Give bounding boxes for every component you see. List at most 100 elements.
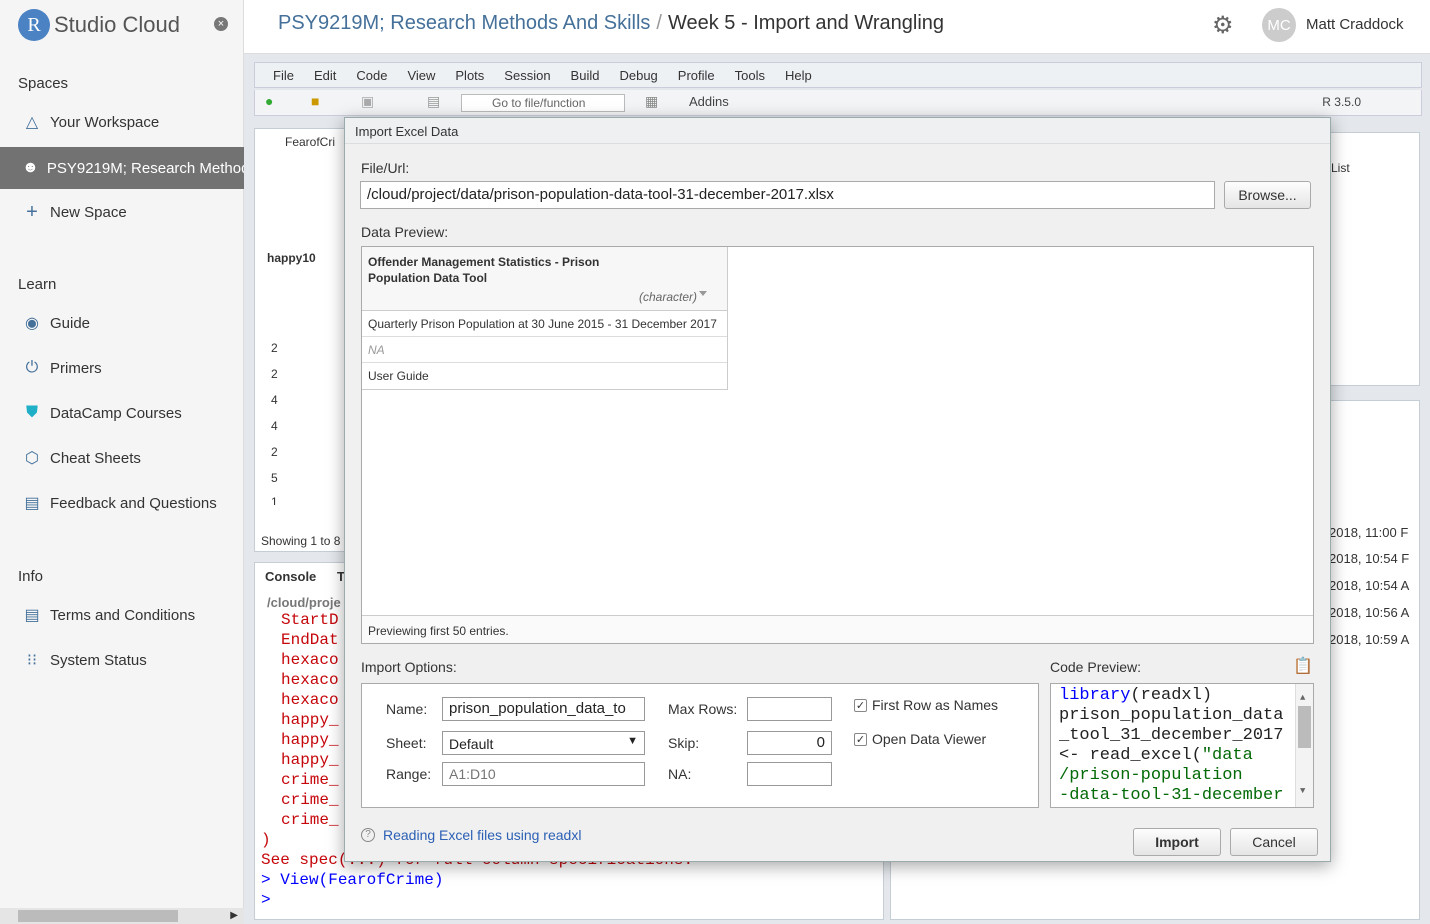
na-input[interactable] <box>747 762 832 786</box>
browse-button[interactable]: Browse... <box>1224 181 1311 209</box>
menu-edit[interactable]: Edit <box>314 68 336 83</box>
sidebar-item-terms[interactable]: ▤ Terms and Conditions <box>0 596 244 634</box>
r-logo-icon: R <box>18 9 50 41</box>
env-list-dropdown[interactable]: List <box>1331 161 1350 175</box>
help-link[interactable]: ? Reading Excel files using readxl <box>361 827 581 843</box>
save-icon[interactable]: ▣ <box>361 93 374 110</box>
scroll-right-icon[interactable]: ▶ <box>230 910 238 921</box>
menu-code[interactable]: Code <box>356 68 387 83</box>
chevron-down-icon[interactable] <box>699 291 707 296</box>
file-modified: 2018, 10:59 A <box>1329 632 1410 647</box>
checkmark-icon[interactable]: ✓ <box>854 732 867 746</box>
power-icon: ⏻ <box>25 359 39 376</box>
sidebar-item-system-status[interactable]: ⁝⁝ System Status <box>0 641 244 679</box>
sidebar-item-new-space[interactable]: + New Space <box>0 193 244 231</box>
avatar[interactable]: MC <box>1262 8 1296 42</box>
clipboard-icon[interactable]: 📋 <box>1293 656 1313 676</box>
tab-console[interactable]: Console <box>265 569 316 584</box>
menu-session[interactable]: Session <box>504 68 550 83</box>
sidebar-horizontal-scrollbar[interactable]: ▶ <box>0 908 244 924</box>
menu-view[interactable]: View <box>407 68 435 83</box>
menu-plots[interactable]: Plots <box>455 68 484 83</box>
sidebar-item-primers[interactable]: ⏻ Primers <box>0 349 244 387</box>
scroll-up-icon[interactable]: ▲ <box>1300 688 1305 708</box>
console-output-line: StartD <box>281 611 339 629</box>
menu-help[interactable]: Help <box>785 68 812 83</box>
sidebar-item-your-workspace[interactable]: △ Your Workspace <box>0 103 244 141</box>
code-preview[interactable]: library(readxl) prison_population_data _… <box>1050 683 1314 808</box>
code-line: library(readxl) <box>1059 686 1305 706</box>
r-version[interactable]: R 3.5.0 <box>1322 95 1361 109</box>
na-label: NA: <box>668 766 692 782</box>
menu-profile[interactable]: Profile <box>678 68 715 83</box>
scrollbar-thumb[interactable] <box>1298 706 1311 748</box>
scroll-down-icon[interactable]: ▼ <box>1300 781 1305 801</box>
import-button[interactable]: Import <box>1133 828 1221 856</box>
workspace-icon: △ <box>25 114 39 131</box>
sidebar-item-cheat-sheets[interactable]: ⬡ Cheat Sheets <box>0 439 244 477</box>
open-folder-icon[interactable]: ■ <box>311 93 319 109</box>
sheet-value: Default <box>449 736 494 752</box>
console-prompt[interactable]: > <box>261 891 271 909</box>
skip-label: Skip: <box>668 735 700 751</box>
file-url-input[interactable]: /cloud/project/data/prison-population-da… <box>360 181 1215 209</box>
max-rows-label: Max Rows: <box>668 701 738 717</box>
code-line: /prison-population <box>1059 766 1243 785</box>
new-file-icon[interactable]: ● <box>265 93 273 109</box>
pulse-icon: ⁝⁝ <box>26 652 38 669</box>
sidebar-item-feedback[interactable]: ▤ Feedback and Questions <box>0 484 244 522</box>
console-output-line: hexaco <box>281 691 339 709</box>
ide-toolbar: ● ■ ▣ ▤ Go to file/function ▦ Addins R 3… <box>254 90 1422 116</box>
gear-icon[interactable]: ⚙ <box>1212 11 1234 40</box>
print-icon[interactable]: ▤ <box>427 93 440 110</box>
preview-table: Offender Management Statistics - Prison … <box>362 247 728 390</box>
help-link-text[interactable]: Reading Excel files using readxl <box>383 827 581 843</box>
menu-debug[interactable]: Debug <box>619 68 657 83</box>
project-title: Week 5 - Import and Wrangling <box>667 12 945 34</box>
question-icon: ? <box>361 828 375 842</box>
breadcrumb: PSY9219M; Research Methods And Skills / We… <box>278 12 944 35</box>
space-link[interactable]: PSY9219M; Research Methods And Skills <box>278 12 650 34</box>
sidebar-item-guide[interactable]: ◉ Guide <box>0 304 244 342</box>
menu-file[interactable]: File <box>273 68 294 83</box>
code-scrollbar[interactable]: ▲ ▼ <box>1295 684 1313 807</box>
grid-icon[interactable]: ▦ <box>645 93 658 110</box>
sheet-select[interactable]: Default ▼ <box>442 731 645 755</box>
scrollbar-thumb[interactable] <box>18 910 178 922</box>
cancel-button[interactable]: Cancel <box>1230 828 1318 856</box>
info-heading: Info <box>18 568 44 585</box>
close-sidebar-icon[interactable]: × <box>214 17 228 31</box>
sidebar-item-label: Feedback and Questions <box>50 494 217 512</box>
table-row: NA <box>362 337 727 363</box>
checkmark-icon[interactable]: ✓ <box>854 698 867 712</box>
code-line: prison_population_data <box>1059 706 1284 725</box>
menu-build[interactable]: Build <box>571 68 600 83</box>
user-name[interactable]: Matt Craddock <box>1306 16 1404 33</box>
max-rows-input[interactable] <box>747 697 832 721</box>
sidebar-item-label: DataCamp Courses <box>50 404 182 422</box>
import-excel-dialog: Import Excel Data File/Url: /cloud/proje… <box>344 117 1331 862</box>
column-header[interactable]: happy10 <box>267 251 316 265</box>
console-output-line: EndDat <box>281 631 339 649</box>
name-input[interactable]: prison_population_data_to <box>442 697 645 721</box>
code-line: _tool_31_december_2017 <box>1059 726 1284 745</box>
addins-menu[interactable]: Addins <box>689 94 729 109</box>
file-modified: 2018, 10:54 F <box>1329 551 1410 566</box>
compass-icon: ◉ <box>25 315 39 332</box>
sidebar-item-psy9219m[interactable]: ☻ PSY9219M; Research Methods And Skills <box>0 147 244 189</box>
open-viewer-checkbox[interactable]: ✓ Open Data Viewer <box>854 731 986 747</box>
tab-fearofcrime[interactable]: FearofCri <box>285 135 335 149</box>
skip-input[interactable]: 0 <box>747 731 832 755</box>
table-row: Quarterly Prison Population at 30 June 2… <box>362 311 727 337</box>
range-input[interactable] <box>442 762 645 786</box>
first-row-checkbox[interactable]: ✓ First Row as Names <box>854 697 998 713</box>
rstudio-cloud-logo[interactable]: R Studio Cloud <box>18 8 180 42</box>
sidebar-item-label: Guide <box>50 314 91 332</box>
sidebar-item-datacamp[interactable]: ⛊ DataCamp Courses <box>0 394 244 432</box>
menu-tools[interactable]: Tools <box>735 68 765 83</box>
preview-column-header[interactable]: Offender Management Statistics - Prison … <box>362 247 727 311</box>
goto-file-input[interactable]: Go to file/function <box>461 94 625 112</box>
sidebar-item-label: System Status <box>50 651 147 669</box>
shield-icon: ⛊ <box>25 404 38 421</box>
preview-footer: Previewing first 50 entries. <box>362 615 1313 643</box>
